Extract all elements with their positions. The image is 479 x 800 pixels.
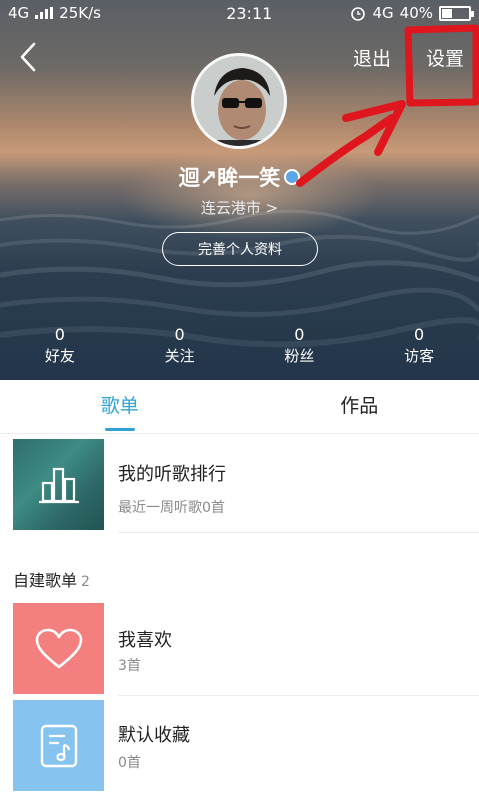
stat-value: 0 <box>414 325 425 344</box>
battery-percent: 40% <box>399 4 433 22</box>
stats-bar: 0 好友 0 关注 0 粉丝 0 访客 <box>0 325 479 370</box>
back-arrow-icon[interactable] <box>14 40 42 74</box>
stat-value: 0 <box>54 325 65 344</box>
tab-playlists[interactable]: 歌单 <box>0 380 240 433</box>
playlist-count: 0首 <box>118 755 141 771</box>
ranking-subtitle: 最近一周听歌0首 <box>118 500 225 516</box>
section-title: 自建歌单 <box>13 571 78 590</box>
stat-label: 好友 <box>44 347 75 365</box>
stat-value: 0 <box>294 325 305 344</box>
network-type-secondary: 4G <box>372 4 394 22</box>
username: 迴↗眸一笑 <box>178 166 281 190</box>
playlist-title: 默认收藏 <box>118 725 190 746</box>
music-note-icon <box>40 724 77 767</box>
section-count: 2 <box>81 574 90 590</box>
stat-label: 粉丝 <box>284 347 315 365</box>
battery-icon <box>439 5 474 21</box>
signal-icon <box>35 7 54 19</box>
heart-icon <box>35 628 82 668</box>
stat-friends[interactable]: 0 好友 <box>0 325 120 370</box>
stat-label: 访客 <box>404 347 435 365</box>
stat-visitors[interactable]: 0 访客 <box>359 325 479 370</box>
divider <box>118 695 479 696</box>
content-tabs: 歌单 作品 <box>0 380 479 434</box>
playlist-count: 3首 <box>118 658 141 674</box>
network-speed: 25K/s <box>59 4 101 22</box>
username-row: 迴↗眸一笑 <box>0 162 479 192</box>
stat-following[interactable]: 0 关注 <box>120 325 240 370</box>
stat-value: 0 <box>174 325 185 344</box>
stat-fans[interactable]: 0 粉丝 <box>240 325 360 370</box>
settings-button[interactable]: 设置 <box>426 44 464 71</box>
divider <box>118 532 479 533</box>
clock: 23:11 <box>226 3 273 23</box>
tab-works[interactable]: 作品 <box>240 380 479 433</box>
listening-ranking-item[interactable]: 我的听歌排行 最近一周听歌0首 <box>0 437 479 533</box>
alarm-icon <box>351 7 366 21</box>
logout-button[interactable]: 退出 <box>353 44 391 71</box>
city-link[interactable]: 连云港市 > <box>0 197 479 218</box>
playlist-title: 我喜欢 <box>118 630 172 651</box>
ranking-thumbnail <box>13 439 104 530</box>
avatar[interactable] <box>191 53 287 149</box>
collection-thumbnail <box>13 700 104 791</box>
custom-playlists-heading: 自建歌单 2 <box>13 567 90 591</box>
bar-chart-icon <box>38 467 79 503</box>
status-bar: 4G 25K/s 23:11 4G 40% <box>0 0 479 26</box>
verified-badge-icon <box>284 169 301 185</box>
playlist-item-default-collection[interactable]: 默认收藏 0首 <box>0 700 479 795</box>
complete-profile-button[interactable]: 完善个人资料 <box>162 232 318 266</box>
network-type: 4G <box>8 4 30 22</box>
ranking-title: 我的听歌排行 <box>118 464 226 485</box>
playlist-item-favorites[interactable]: 我喜欢 3首 <box>0 603 479 696</box>
stat-label: 关注 <box>164 347 195 365</box>
favorites-thumbnail <box>13 603 104 694</box>
